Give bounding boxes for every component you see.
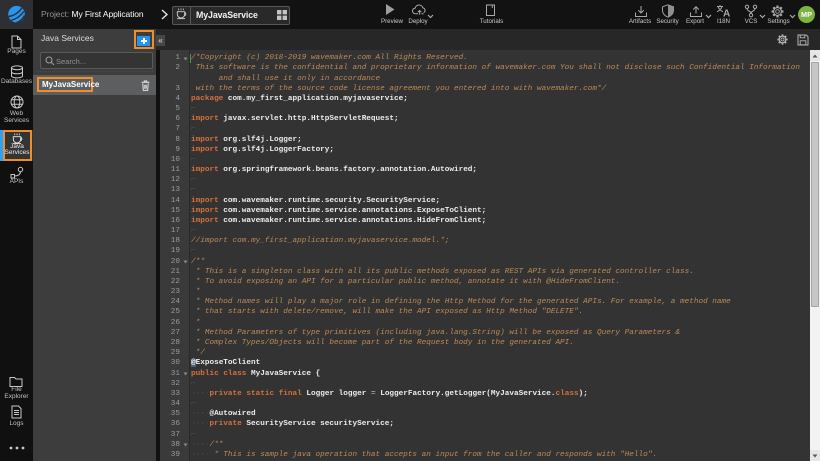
- svg-text:A: A: [723, 9, 730, 18]
